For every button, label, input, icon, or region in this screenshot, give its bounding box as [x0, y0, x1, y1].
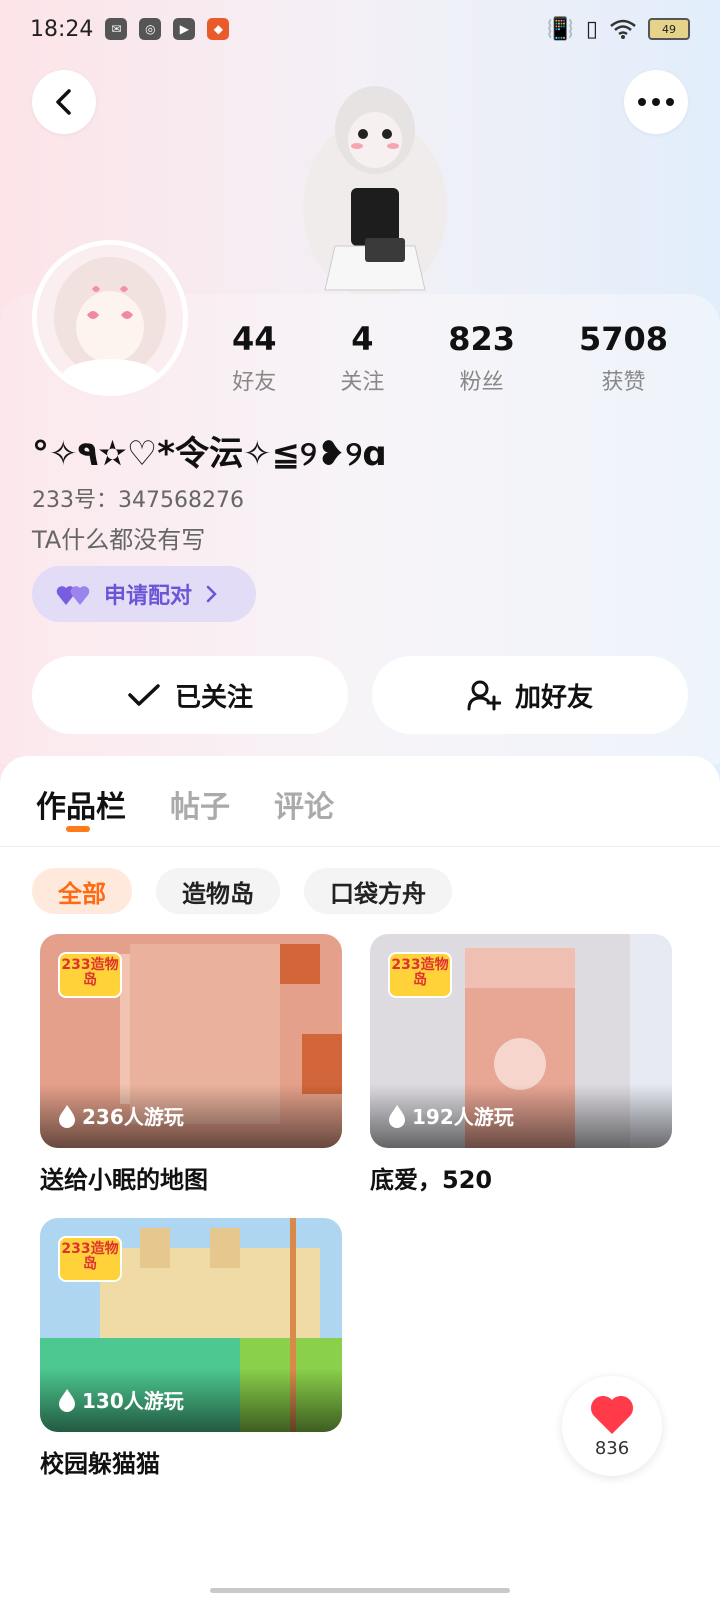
work-card[interactable]: 233造物岛 236人游玩 送给小眠的地图: [40, 934, 342, 1195]
pair-request-label: 申请配对: [104, 584, 193, 609]
stat-label: 粉丝: [459, 370, 504, 395]
chip-all[interactable]: 全部: [32, 868, 132, 914]
chevron-right-icon: [206, 585, 217, 603]
tab-works[interactable]: 作品栏: [36, 782, 126, 826]
stat-fans[interactable]: 823 粉丝: [448, 320, 515, 396]
followed-label: 已关注: [174, 682, 253, 713]
app-notification-icon: ✉: [105, 18, 128, 40]
stat-value: 4: [351, 320, 374, 358]
work-thumbnail[interactable]: 233造物岛 236人游玩: [40, 934, 342, 1148]
add-friend-label: 加好友: [514, 682, 593, 713]
like-button[interactable]: 836: [562, 1376, 662, 1476]
chevron-left-icon: [56, 89, 71, 115]
flame-icon: [59, 1104, 75, 1128]
battery-level: 49: [662, 22, 676, 36]
work-title[interactable]: 校园躲猫猫: [40, 1444, 342, 1479]
sim-icon: ▯: [585, 16, 598, 42]
status-bar: 18:24 ✉ ◎ ▶ ◆ 📳 ▯ 49: [0, 0, 720, 58]
wifi-icon: [610, 19, 636, 39]
like-count: 836: [594, 1437, 630, 1459]
heart-icon: [590, 1395, 634, 1434]
play-count: 130人游玩: [58, 1385, 184, 1414]
chip-pocket-ark[interactable]: 口袋方舟: [304, 868, 452, 914]
chip-creation-island[interactable]: 造物岛: [156, 868, 280, 914]
play-count: 236人游玩: [58, 1101, 184, 1130]
play-count: 192人游玩: [388, 1101, 514, 1130]
creation-island-logo: 233造物岛: [388, 952, 452, 998]
app-notification-icon: ◎: [139, 18, 162, 40]
battery-icon: 49: [648, 18, 690, 40]
tab-posts[interactable]: 帖子: [170, 782, 230, 826]
app-notification-icon: ▶: [173, 18, 196, 40]
active-tab-indicator: [66, 826, 90, 832]
add-user-icon: [467, 680, 501, 711]
stat-value: 5708: [578, 320, 669, 358]
work-title[interactable]: 底爱，520: [370, 1160, 672, 1195]
work-card[interactable]: 233造物岛 130人游玩 校园躲猫猫: [40, 1218, 342, 1479]
play-count-label: 236人游玩: [82, 1105, 184, 1129]
user-id[interactable]: 233号：347568276: [32, 482, 244, 514]
vibrate-icon: 📳: [546, 16, 574, 42]
nickname: °✧٩✫♡*令沄✧≦୨❥୨ɑ: [32, 434, 387, 474]
hearts-icon: [56, 586, 90, 605]
app-notification-icon: ◆: [207, 18, 230, 40]
bio: TA什么都没有写: [32, 526, 206, 554]
avatar-3d-figure[interactable]: [295, 58, 455, 296]
status-time: 18:24: [30, 16, 94, 42]
work-thumbnail[interactable]: 233造物岛 130人游玩: [40, 1218, 342, 1432]
check-icon: [128, 684, 160, 706]
avatar[interactable]: [32, 240, 188, 396]
tab-bar: 作品栏 帖子 评论: [36, 782, 334, 826]
more-options-button[interactable]: [624, 70, 688, 134]
back-button[interactable]: [32, 70, 96, 134]
pair-request-button[interactable]: 申请配对: [32, 566, 256, 622]
filter-chips: 全部 造物岛 口袋方舟: [32, 868, 452, 914]
add-friend-button[interactable]: 加好友: [372, 656, 688, 734]
stat-likes[interactable]: 5708 获赞: [579, 320, 668, 396]
stat-label: 获赞: [601, 370, 646, 395]
followed-button[interactable]: 已关注: [32, 656, 348, 734]
creation-island-logo: 233造物岛: [58, 1236, 122, 1282]
more-dots-icon: [638, 98, 674, 106]
stat-value: 823: [448, 320, 516, 358]
work-title[interactable]: 送给小眠的地图: [40, 1160, 342, 1195]
divider: [0, 846, 720, 847]
work-thumbnail[interactable]: 233造物岛 192人游玩: [370, 934, 672, 1148]
stat-label: 好友: [232, 370, 277, 395]
stats-row: 44 好友 4 关注 823 粉丝 5708 获赞: [200, 320, 700, 396]
stat-friends[interactable]: 44 好友: [232, 320, 277, 396]
stat-following[interactable]: 4 关注: [340, 320, 384, 396]
stat-label: 关注: [340, 370, 385, 395]
stat-value: 44: [231, 320, 277, 358]
work-card[interactable]: 233造物岛 192人游玩 底爱，520: [370, 934, 672, 1195]
tab-comments[interactable]: 评论: [274, 782, 334, 826]
flame-icon: [59, 1388, 75, 1412]
home-indicator[interactable]: [210, 1588, 510, 1593]
play-count-label: 130人游玩: [82, 1389, 184, 1413]
avatar-illustration: [37, 245, 183, 391]
flame-icon: [389, 1104, 405, 1128]
creation-island-logo: 233造物岛: [58, 952, 122, 998]
play-count-label: 192人游玩: [412, 1105, 514, 1129]
